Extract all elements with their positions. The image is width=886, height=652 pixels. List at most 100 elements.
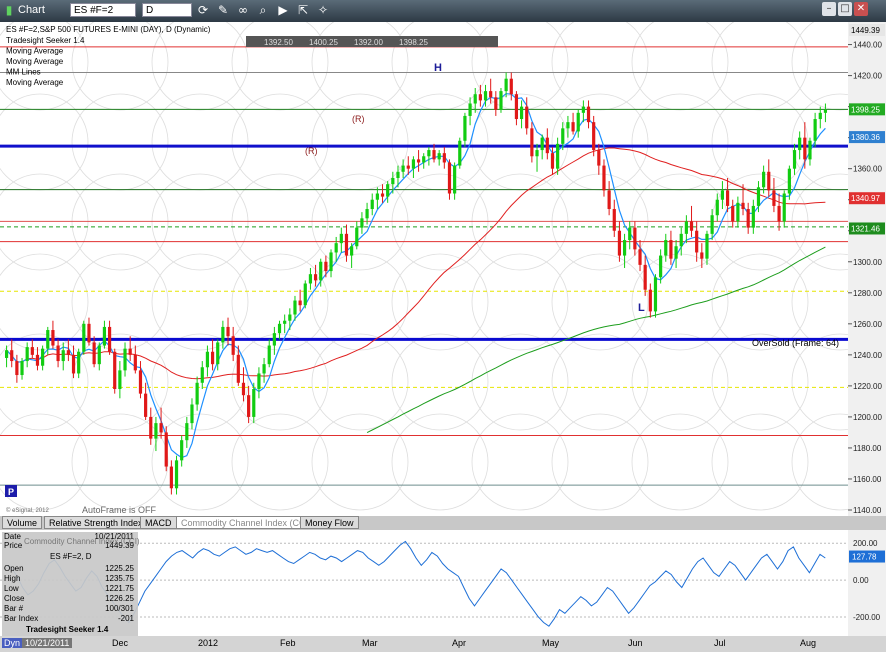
info-study: Tradesight Seeker 1.4 bbox=[26, 625, 109, 634]
candle-body bbox=[540, 137, 544, 151]
candle-body bbox=[247, 395, 251, 417]
candle-body bbox=[15, 361, 19, 376]
candle-body bbox=[545, 137, 549, 154]
info-close-value: 1226.25 bbox=[105, 594, 134, 603]
candle-body bbox=[514, 94, 519, 120]
candle-body bbox=[767, 171, 771, 191]
candle-body bbox=[350, 246, 354, 256]
tab-volume[interactable]: Volume bbox=[2, 516, 43, 529]
info-row-bar: Bar # 100/301 bbox=[4, 604, 136, 613]
info-close-label: Close bbox=[4, 594, 25, 603]
legend-item: Tradesight Seeker 1.4 bbox=[6, 36, 85, 45]
candle-body bbox=[30, 347, 34, 355]
candle-body bbox=[190, 404, 194, 424]
tab-cci[interactable]: Commodity Channel Index (CCI) bbox=[176, 516, 317, 529]
candle-body bbox=[705, 233, 709, 259]
window-title: Chart bbox=[18, 4, 45, 16]
candle-body bbox=[185, 423, 189, 441]
time-label-aug: Aug bbox=[800, 638, 817, 648]
candle-body bbox=[576, 112, 580, 132]
chart-app-icon: ▮ bbox=[5, 3, 13, 17]
info-low-label: Low bbox=[4, 584, 19, 593]
candle-body bbox=[365, 209, 369, 219]
candle-body bbox=[731, 205, 735, 222]
info-row-open: Open 1225.25 bbox=[4, 564, 136, 573]
export-icon[interactable]: ⇱ bbox=[296, 3, 310, 17]
candle-body bbox=[92, 342, 96, 365]
candle-body bbox=[602, 165, 606, 191]
copyright-label: © eSignal, 2012 bbox=[6, 507, 49, 514]
candle-body bbox=[87, 323, 91, 343]
candle-body bbox=[494, 97, 498, 110]
candle-body bbox=[313, 274, 318, 281]
candle-body bbox=[416, 159, 421, 163]
candle-body bbox=[468, 103, 472, 116]
candle-body bbox=[319, 261, 323, 281]
search-icon[interactable]: ⌕ bbox=[256, 3, 270, 17]
candle-body bbox=[422, 156, 426, 163]
candle-body bbox=[648, 289, 652, 312]
candle-body bbox=[628, 227, 632, 241]
candle-body bbox=[200, 367, 204, 383]
ohlc-value: 1392.00 bbox=[354, 38, 383, 47]
candle-body bbox=[144, 393, 148, 417]
candle-body bbox=[674, 246, 678, 259]
candle-body bbox=[581, 106, 585, 113]
candle-body bbox=[102, 326, 107, 346]
candle-body bbox=[329, 252, 333, 272]
candle-body bbox=[396, 171, 400, 178]
tab-macd[interactable]: MACD bbox=[140, 516, 177, 529]
price-badge-1: 1398.25 bbox=[851, 105, 880, 114]
refresh-icon[interactable]: ⟳ bbox=[196, 3, 210, 17]
autoframe-label: AutoFrame is OFF bbox=[82, 505, 157, 515]
info-bar-index-value: -201 bbox=[117, 614, 134, 623]
candle-body bbox=[653, 277, 658, 312]
date-cursor: 10/21/2011 bbox=[22, 638, 73, 648]
candle-body bbox=[818, 112, 822, 120]
minimize-button[interactable]: – bbox=[822, 2, 836, 16]
candle-body bbox=[334, 243, 338, 253]
interval-input[interactable]: D bbox=[142, 3, 192, 17]
candle-body bbox=[772, 190, 776, 206]
time-label-mar: Mar bbox=[362, 638, 378, 648]
candle-body bbox=[571, 122, 575, 132]
candle-body bbox=[453, 165, 457, 194]
candle-body bbox=[535, 150, 539, 157]
candle-body bbox=[133, 354, 137, 371]
symbol-input[interactable]: ES #F=2 bbox=[70, 3, 136, 17]
candle-body bbox=[643, 264, 647, 290]
dyn-label[interactable]: Dyn bbox=[2, 638, 23, 648]
candle-body bbox=[669, 240, 673, 259]
price-tick-label: 1360.00 bbox=[853, 165, 882, 174]
price-tick-label: 1220.00 bbox=[853, 382, 882, 391]
candle-body bbox=[339, 233, 343, 244]
candle-body bbox=[798, 137, 802, 151]
candle-body bbox=[97, 345, 101, 365]
price-tick-label: 1300.00 bbox=[853, 258, 882, 267]
candle-body bbox=[298, 300, 302, 306]
price-tick-label: 1420.00 bbox=[853, 72, 882, 81]
info-date-label: Date bbox=[4, 532, 21, 541]
play-icon[interactable]: ▶ bbox=[276, 3, 290, 17]
candle-body bbox=[432, 150, 436, 160]
pencil-icon[interactable]: ✎ bbox=[216, 3, 230, 17]
maximize-button[interactable]: □ bbox=[838, 2, 852, 16]
low-marker: L bbox=[638, 302, 645, 314]
high-marker: H bbox=[434, 62, 442, 74]
link-icon[interactable]: ∞ bbox=[236, 3, 250, 17]
tab-rsi[interactable]: Relative Strength Index bbox=[44, 516, 148, 529]
candle-body bbox=[169, 466, 173, 489]
price-pane-bg bbox=[0, 22, 848, 516]
info-row-high: High 1235.75 bbox=[4, 574, 136, 583]
tab-money-flow[interactable]: Money Flow bbox=[300, 516, 359, 529]
candle-body bbox=[710, 215, 714, 234]
close-button[interactable]: ✕ bbox=[854, 2, 868, 16]
candle-body bbox=[659, 255, 663, 278]
candle-body bbox=[360, 218, 364, 228]
magnet-icon[interactable]: ✧ bbox=[316, 3, 330, 17]
candle-body bbox=[25, 347, 29, 362]
candle-body bbox=[633, 227, 637, 250]
info-row-close: Close 1226.25 bbox=[4, 594, 136, 603]
candle-body bbox=[592, 122, 596, 151]
price-tick-label: 1260.00 bbox=[853, 320, 882, 329]
